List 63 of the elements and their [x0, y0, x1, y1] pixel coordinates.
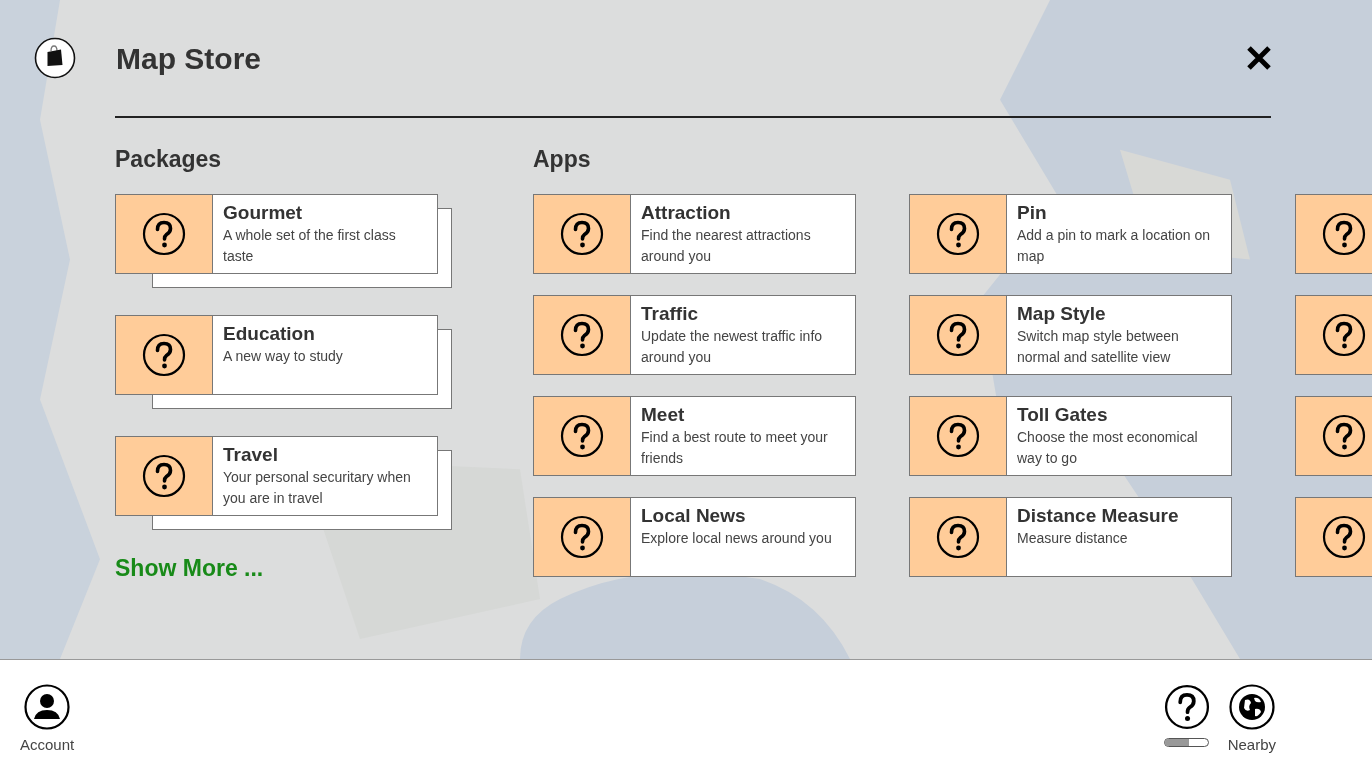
section-heading: Apps	[533, 144, 592, 174]
section-heading: Packages	[115, 144, 223, 174]
item-description: Switch map style between normal and satellite view	[1017, 326, 1180, 367]
help-icon	[142, 332, 186, 377]
item-title: Pin	[1017, 200, 1048, 225]
item-description: A new way to study	[223, 346, 344, 366]
help-icon	[560, 312, 604, 357]
help-icon	[560, 413, 604, 458]
help-icon	[560, 514, 604, 559]
close-icon[interactable]	[1246, 45, 1272, 71]
help-icon	[936, 312, 980, 357]
item-title: Traffic	[641, 301, 700, 326]
item-card[interactable]: Meet Find a best route to meet your friends	[533, 395, 856, 476]
item-description: Your personal securitary when you are in travel	[223, 467, 412, 508]
item-description: Add a pin to mark a location on map	[1017, 225, 1211, 266]
progress-bar	[1164, 738, 1210, 747]
item-card[interactable]: Gourmet A whole set of the first class taste	[115, 193, 438, 274]
item-card[interactable]	[1295, 294, 1372, 375]
item-card[interactable]: Traffic Update the newest traffic info around you	[533, 294, 856, 375]
help-icon	[936, 413, 980, 458]
item-description: Find the nearest attractions around you	[641, 225, 812, 266]
help-icon	[560, 211, 604, 256]
item-title: Education	[223, 321, 316, 346]
item-description: Explore local news around you	[641, 528, 833, 548]
item-description: Measure distance	[1017, 528, 1129, 548]
item-card[interactable]: Distance Measure Measure distance	[909, 496, 1232, 577]
shopping-bag-icon[interactable]	[34, 37, 76, 79]
help-icon	[142, 453, 186, 498]
item-title: Toll Gates	[1017, 402, 1109, 427]
item-title: Map Style	[1017, 301, 1107, 326]
help-icon	[936, 514, 980, 559]
nearby-button[interactable]: Nearby	[1227, 684, 1276, 754]
item-card[interactable]: Travel Your personal securitary when you are in travel	[115, 435, 438, 516]
item-title: Attraction	[641, 200, 732, 225]
item-title: Local News	[641, 503, 747, 528]
item-title: Travel	[223, 442, 279, 467]
item-description: Update the newest traffic info around you	[641, 326, 824, 367]
item-title: Distance Measure	[1017, 503, 1180, 528]
help-icon	[1321, 413, 1366, 458]
item-description: Choose the most economical way to go	[1017, 427, 1199, 468]
globe-icon	[1228, 684, 1275, 730]
item-title: Meet	[641, 402, 686, 427]
item-card[interactable]	[1295, 395, 1372, 476]
help-icon	[936, 211, 980, 256]
help-icon	[1321, 312, 1366, 357]
window-title: Map Store	[116, 40, 262, 77]
item-description: Find a best route to meet your friends	[641, 427, 829, 468]
item-card[interactable]: Toll Gates Choose the most economical way to go	[909, 395, 1232, 476]
item-card[interactable]: Local News Explore local news around you	[533, 496, 856, 577]
item-title: Gourmet	[223, 200, 304, 225]
help-icon	[142, 211, 186, 256]
help-icon	[1321, 514, 1366, 559]
user-icon	[24, 684, 71, 730]
item-card[interactable]: Education A new way to study	[115, 314, 438, 395]
help-icon	[1163, 684, 1210, 730]
item-card[interactable]	[1295, 496, 1372, 577]
item-card[interactable]: Map Style Switch map style between normal and satellite view	[909, 294, 1232, 375]
item-card[interactable]: Pin Add a pin to mark a location on map	[909, 193, 1232, 274]
help-icon	[1321, 211, 1366, 256]
account-button[interactable]: Account	[20, 684, 75, 754]
item-card[interactable]: Attraction Find the nearest attractions around you	[533, 193, 856, 274]
item-card[interactable]	[1295, 193, 1372, 274]
item-description: A whole set of the first class taste	[223, 225, 397, 266]
